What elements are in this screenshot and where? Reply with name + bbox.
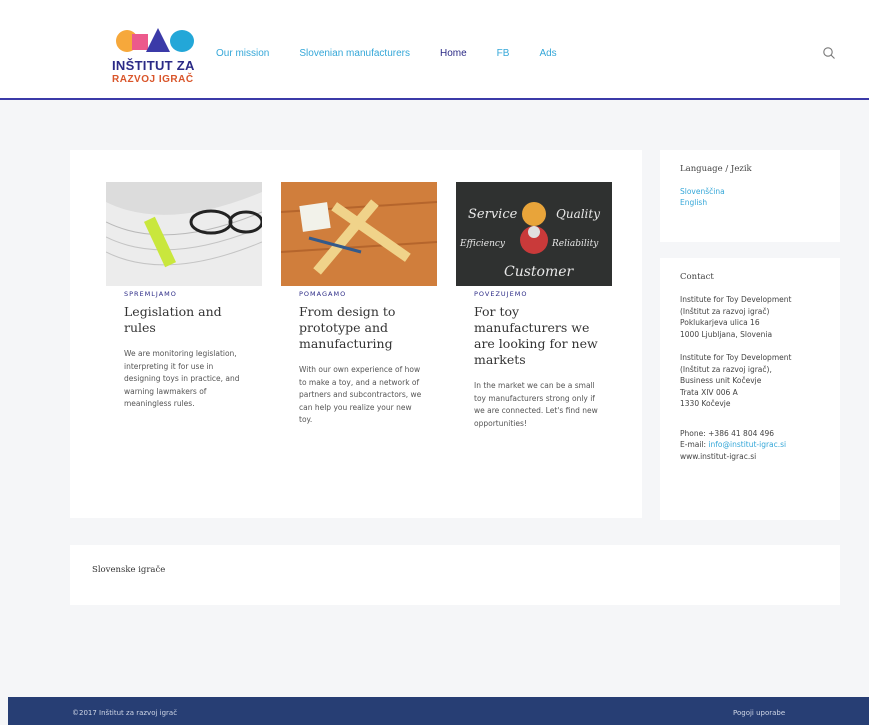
search-icon[interactable] <box>822 46 836 60</box>
contact-email-link[interactable]: info@institut-igrac.si <box>708 440 786 449</box>
address-line: Poklukarjeva ulica 16 <box>680 318 760 327</box>
main-content: SPREMLJAMO Legislation and rules We are … <box>70 150 642 518</box>
card-category: SPREMLJAMO <box>124 290 177 298</box>
chalk-word-service: Service <box>468 207 518 222</box>
section-title: Slovenske igrače <box>92 565 166 575</box>
address-line: Institute for Toy Development <box>680 353 792 362</box>
logo-blue-triangle <box>146 28 170 52</box>
nav-item-home[interactable]: Home <box>440 48 467 59</box>
address-line: Institute for Toy Development <box>680 295 792 304</box>
card-image-drafting-tools <box>281 182 437 286</box>
site-logo[interactable]: INŠTITUT ZA RAZVOJ IGRAČ <box>112 28 204 90</box>
card-title[interactable]: From design to prototype and manufacturi… <box>299 304 423 352</box>
contact-widget: Contact Institute for Toy Development (I… <box>660 258 840 520</box>
chalk-word-efficiency: Efficiency <box>459 239 506 249</box>
language-link-slovenscina[interactable]: Slovenščina <box>680 186 820 197</box>
card-text: We are monitoring legislation, interpret… <box>124 349 240 408</box>
logo-text-line2: RAZVOJ IGRAČ <box>112 74 194 85</box>
language-link-english[interactable]: English <box>680 197 820 208</box>
contact-address-ljubljana: Institute for Toy Development (Inštitut … <box>680 294 820 340</box>
nav-item-fb[interactable]: FB <box>497 48 510 59</box>
card-image-chalkboard: Service Quality Efficiency Reliability C… <box>456 182 612 286</box>
nav-item-slovenian-manufacturers[interactable]: Slovenian manufacturers <box>299 48 410 59</box>
card-title[interactable]: Legislation and rules <box>124 304 248 336</box>
card-title[interactable]: For toy manufacturers we are looking for… <box>474 304 598 368</box>
chalk-word-customer: Customer <box>504 264 575 280</box>
address-line: Business unit Kočevje <box>680 376 762 385</box>
article-card[interactable]: POMAGAMO From design to prototype and ma… <box>281 182 437 464</box>
address-line: (Inštitut za razvoj igrač), <box>680 364 772 374</box>
card-text: In the market we can be a small toy manu… <box>474 381 598 428</box>
nav-item-ads[interactable]: Ads <box>539 48 556 59</box>
address-line: 1330 Kočevje <box>680 399 731 408</box>
contact-email-row: E-mail: info@institut-igrac.si <box>680 439 820 451</box>
contact-address-kocevje: Institute for Toy Development (Inštitut … <box>680 352 820 410</box>
contact-website: www.institut-igrac.si <box>680 451 757 461</box>
address-line: 1000 Ljubljana, Slovenia <box>680 329 773 339</box>
contact-heading: Contact <box>680 272 714 282</box>
slovenske-igrace-section: Slovenske igrače <box>70 545 840 605</box>
chalk-word-reliability: Reliability <box>551 239 599 249</box>
site-header: INŠTITUT ZA RAZVOJ IGRAČ Our mission Slo… <box>0 0 869 100</box>
card-image-book-glasses <box>106 182 262 286</box>
address-line: Trata XIV 006 A <box>680 387 738 397</box>
footer-copyright: ©2017 Inštitut za razvoj igrač <box>72 709 178 717</box>
article-card[interactable]: Service Quality Efficiency Reliability C… <box>456 182 612 464</box>
logo-shapes <box>112 28 198 54</box>
chalk-word-quality: Quality <box>556 207 600 221</box>
card-category: POMAGAMO <box>299 290 347 298</box>
contact-phone: Phone: +386 41 804 496 <box>680 428 775 438</box>
contact-email-label: E-mail: <box>680 440 707 449</box>
language-widget: Language / Jezik Slovenščina English <box>660 150 840 242</box>
footer-terms-link[interactable]: Pogoji uporabe <box>733 709 785 717</box>
logo-text-line1: INŠTITUT ZA <box>112 58 195 73</box>
nav-item-our-mission[interactable]: Our mission <box>216 48 269 59</box>
logo-cyan-circle <box>170 30 194 52</box>
card-text: With our own experience of how to make a… <box>299 365 422 424</box>
language-heading: Language / Jezik <box>680 164 752 174</box>
site-footer: ©2017 Inštitut za razvoj igrač Pogoji up… <box>8 697 869 725</box>
address-line: (Inštitut za razvoj igrač) <box>680 306 770 316</box>
article-card[interactable]: SPREMLJAMO Legislation and rules We are … <box>106 182 262 464</box>
contact-details: Phone: +386 41 804 496 E-mail: info@inst… <box>680 428 820 463</box>
card-category: POVEZUJEMO <box>474 290 528 298</box>
main-nav: Our mission Slovenian manufacturers Home… <box>216 48 557 59</box>
